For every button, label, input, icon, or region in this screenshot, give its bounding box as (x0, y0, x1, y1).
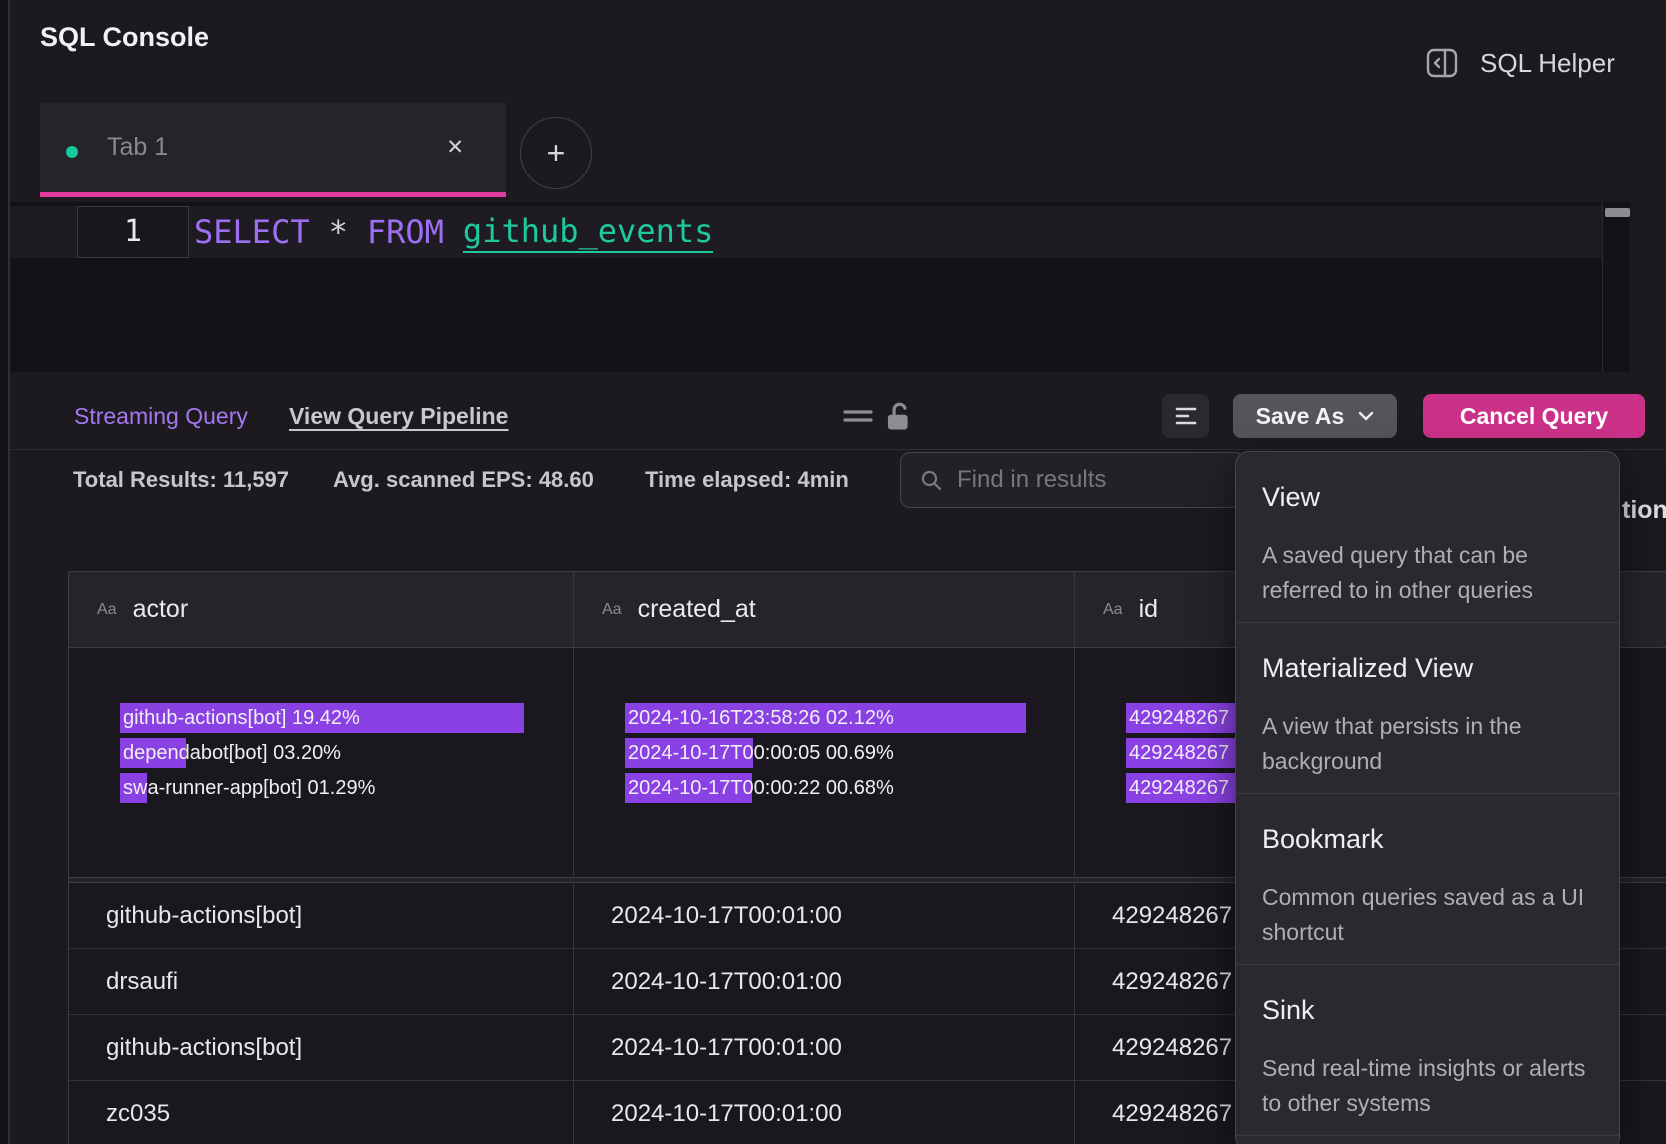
menu-item-view[interactable]: View A saved query that can be referred … (1236, 452, 1619, 623)
string-type-icon: Aa (1103, 601, 1123, 619)
sql-console-screen: SQL Console SQL Helper Tab 1 ✕ + 1 SELEC… (0, 0, 1666, 1144)
format-lines-icon (1175, 407, 1197, 425)
histogram-bar[interactable]: 2024-10-17T00:00:05 00.69% (625, 738, 1065, 768)
histogram-actor: github-actions[bot] 19.42% dependabot[bo… (69, 648, 573, 877)
sql-helper-button[interactable]: SQL Helper (1424, 45, 1615, 81)
panel-left-edge (0, 0, 8, 1144)
add-tab-button[interactable]: + (520, 117, 592, 189)
histogram-bar[interactable]: 2024-10-17T00:00:22 00.68% (625, 773, 1065, 803)
sql-helper-label: SQL Helper (1480, 48, 1615, 79)
column-header-actor[interactable]: Aa actor (69, 572, 573, 647)
format-sql-button[interactable] (1162, 394, 1209, 438)
editor-line-number: 1 (77, 206, 189, 258)
string-type-icon: Aa (97, 601, 117, 619)
sql-table-reference-link[interactable]: github_events (463, 212, 713, 253)
resize-handle-icon[interactable] (843, 409, 873, 423)
histogram-created-at: 2024-10-16T23:58:26 02.12% 2024-10-17T00… (573, 648, 1074, 877)
menu-item-materialized-view[interactable]: Materialized View A view that persists i… (1236, 623, 1619, 794)
save-as-button[interactable]: Save As (1233, 394, 1397, 438)
close-tab-icon[interactable]: ✕ (446, 103, 464, 192)
editor-scrollbar-thumb[interactable] (1605, 208, 1630, 217)
sql-keyword-from: FROM (367, 213, 444, 251)
editor-scrollbar-track (1602, 202, 1603, 372)
search-input[interactable] (957, 466, 1197, 494)
search-icon (919, 468, 943, 492)
histogram-bar[interactable]: 2024-10-16T23:58:26 02.12% (625, 703, 1065, 733)
menu-item-bookmark[interactable]: Bookmark Common queries saved as a UI sh… (1236, 794, 1619, 965)
streaming-query-label[interactable]: Streaming Query (74, 394, 248, 438)
sql-star-operator: * (329, 213, 348, 251)
total-results-stat: Total Results: 11,597 (73, 452, 289, 508)
sidebar-collapse-icon (1424, 45, 1460, 81)
histogram-bar[interactable]: dependabot[bot] 03.20% (120, 738, 560, 768)
section-divider (10, 449, 1666, 450)
sql-keyword-select: SELECT (194, 213, 310, 251)
column-header-created-at[interactable]: Aa created_at (573, 572, 1074, 647)
chevron-down-icon (1358, 411, 1374, 421)
tab-1[interactable]: Tab 1 ✕ (40, 103, 506, 197)
page-title: SQL Console (40, 22, 209, 53)
histogram-bar[interactable]: github-actions[bot] 19.42% (120, 703, 560, 733)
string-type-icon: Aa (602, 601, 622, 619)
view-query-pipeline-link[interactable]: View Query Pipeline (289, 394, 508, 438)
menu-item-sink[interactable]: Sink Send real-time insights or alerts t… (1236, 965, 1619, 1136)
clipped-right-label: tion (1622, 496, 1666, 525)
save-as-label: Save As (1256, 403, 1345, 430)
save-as-dropdown-menu: View A saved query that can be referred … (1235, 451, 1620, 1144)
time-elapsed-stat: Time elapsed: 4min (645, 452, 849, 508)
cancel-query-button[interactable]: Cancel Query (1423, 394, 1645, 438)
unlock-icon[interactable] (884, 400, 914, 432)
active-tab-indicator (40, 192, 506, 197)
tab-label: Tab 1 (107, 103, 168, 192)
histogram-bar[interactable]: swa-runner-app[bot] 01.29% (120, 773, 560, 803)
find-in-results-search[interactable] (900, 452, 1245, 508)
avg-scanned-eps-stat: Avg. scanned EPS: 48.60 (333, 452, 594, 508)
panel-left-border (8, 0, 10, 1144)
editor-code-line[interactable]: SELECT * FROM github_events (194, 206, 713, 258)
tab-status-dot (66, 146, 78, 158)
